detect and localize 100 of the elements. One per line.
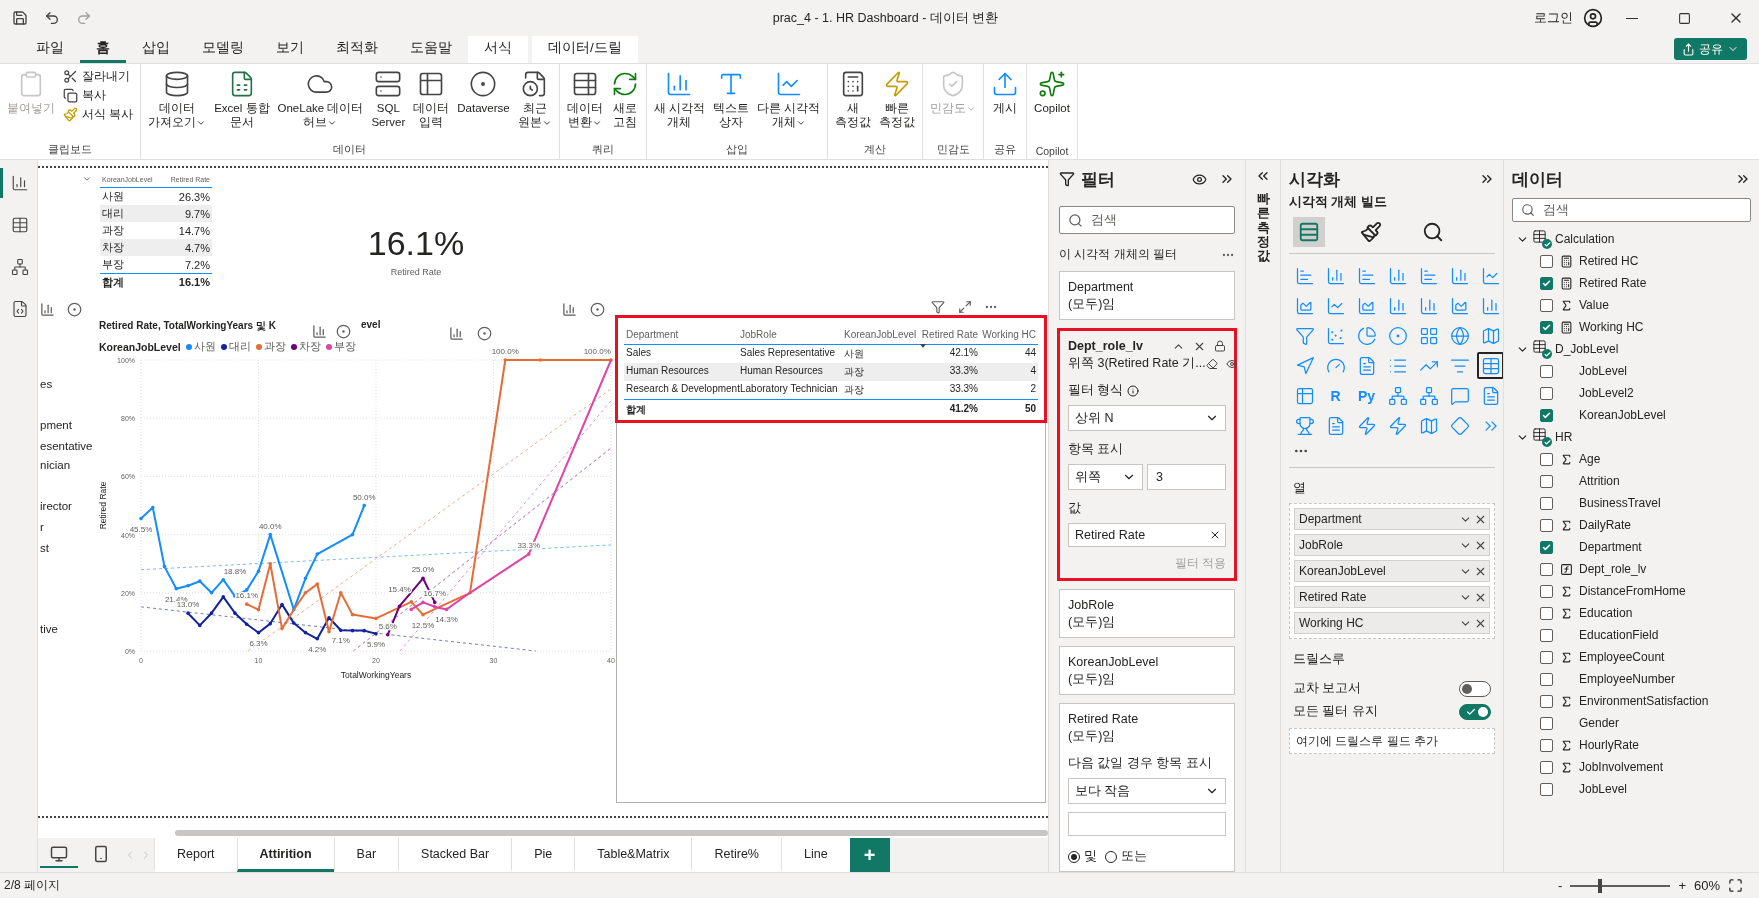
ribbon-button[interactable]: 잘라내기 <box>60 68 137 85</box>
field-item[interactable]: JobLevel <box>1512 782 1628 796</box>
share-button[interactable]: 공유 <box>1674 38 1747 60</box>
column-header[interactable]: Retired Rate <box>916 325 980 345</box>
menu-tab[interactable]: 데이터/드릴 <box>532 36 638 63</box>
field-item[interactable]: Retired HC <box>1512 254 1639 268</box>
field-item[interactable]: DistanceFromHome <box>1512 584 1686 598</box>
field-item[interactable]: Gender <box>1512 716 1620 730</box>
table-node[interactable]: D_JobLevel <box>1512 339 1619 359</box>
field-item[interactable]: JobLevel2 <box>1512 386 1634 400</box>
count-field[interactable]: 3 <box>1147 464 1226 490</box>
filter-card[interactable]: KoreanJobLevel (모두)임 <box>1059 646 1235 695</box>
field-item[interactable]: EmployeeNumber <box>1512 672 1676 686</box>
field-item[interactable]: Education <box>1512 606 1633 620</box>
ribbon-button[interactable]: 텍스트 상자 <box>709 68 752 132</box>
filter-card[interactable]: Retired Rate (모두)임 다음 값일 경우 항목 표시 보다 작음 및 또는 <box>1059 703 1235 872</box>
table-node[interactable]: HR <box>1512 427 1573 447</box>
ribbon-button[interactable]: Dataverse <box>454 68 513 118</box>
ribbon-button[interactable]: 데이터 변환 <box>563 68 606 132</box>
ribbon-button[interactable]: OneLake 데이터 허브 <box>274 68 367 132</box>
menu-tab[interactable]: 파일 <box>20 36 80 63</box>
slicer-item[interactable]: nician <box>40 459 71 471</box>
field-item[interactable]: BusinessTravel <box>1512 496 1661 510</box>
slicer-item[interactable]: irector <box>40 500 72 512</box>
field-item[interactable]: EducationField <box>1512 628 1659 642</box>
page-tab[interactable]: Stacked Bar <box>398 838 512 872</box>
menu-tab[interactable]: 모델링 <box>186 36 260 63</box>
ribbon-button[interactable]: 새 시각적 개체 <box>650 68 708 132</box>
chart-title: Retired Rate, TotalWorkingYears 및 K <box>99 319 276 333</box>
ribbon-button[interactable]: Excel 통합 문서 <box>211 68 273 132</box>
ribbon-button[interactable]: 최근 원본 <box>514 68 555 132</box>
page-tab[interactable]: Report <box>154 838 237 872</box>
value-field[interactable]: Retired Rate <box>1068 523 1226 547</box>
login-link[interactable]: 로그인 <box>1534 9 1573 27</box>
field-item[interactable]: Age <box>1512 452 1601 466</box>
menu-tab[interactable]: 최적화 <box>320 36 394 63</box>
filter-card[interactable]: Department (모두)임 <box>1059 271 1235 320</box>
ribbon-button[interactable]: 빠른 측정값 <box>876 68 919 132</box>
ribbon-button[interactable]: Copilot <box>1031 68 1073 118</box>
field-item[interactable]: Department <box>1512 540 1642 554</box>
column-header[interactable]: Department <box>624 325 738 345</box>
column-header[interactable]: JobRole <box>738 325 842 345</box>
table-node[interactable]: Calculation <box>1512 229 1615 249</box>
slicer-item[interactable]: es <box>40 378 53 390</box>
ribbon-button[interactable]: SQL Server <box>368 68 409 132</box>
field-chip[interactable]: KoreanJobLevel <box>1294 560 1490 582</box>
condition-dropdown[interactable]: 보다 작음 <box>1068 778 1226 804</box>
field-item[interactable]: EmployeeCount <box>1512 650 1665 664</box>
field-chip[interactable]: JobRole <box>1294 534 1490 556</box>
page-tab[interactable]: Table&Matrix <box>574 838 692 872</box>
field-item[interactable]: JobInvolvement <box>1512 760 1664 774</box>
direction-dropdown[interactable]: 위쪽 <box>1068 464 1143 490</box>
ribbon-button[interactable]: 새로 고침 <box>607 68 642 132</box>
slicer-item[interactable]: r <box>40 521 44 533</box>
slicer-item[interactable]: tive <box>40 623 58 635</box>
drop-zone[interactable]: 여기에 드릴스루 필드 추가 <box>1289 728 1495 754</box>
zoom-out-button[interactable]: - <box>1558 878 1563 893</box>
slicer-item[interactable]: pment <box>40 419 72 431</box>
ribbon-button[interactable]: 다른 시각적 개체 <box>753 68 824 132</box>
field-chip[interactable]: Retired Rate <box>1294 586 1490 608</box>
column-header[interactable]: KoreanJobLevel <box>842 325 916 345</box>
page-tab[interactable]: Line <box>780 838 850 872</box>
filter-type-dropdown[interactable]: 상위 N <box>1068 405 1226 431</box>
menu-tab[interactable]: 보기 <box>260 36 320 63</box>
slicer-item[interactable]: esentative <box>40 440 93 452</box>
radio-option[interactable]: 및 <box>1068 848 1097 865</box>
ribbon-button[interactable]: 새 측정값 <box>832 68 875 132</box>
zoom-in-button[interactable]: + <box>1678 878 1686 893</box>
page-tab[interactable]: Bar <box>333 838 399 872</box>
field-item[interactable]: DailyRate <box>1512 518 1632 532</box>
search-field[interactable]: 검색 <box>1059 206 1235 234</box>
field-chip[interactable]: Department <box>1294 508 1490 530</box>
field-item[interactable]: Retired Rate <box>1512 276 1647 290</box>
menu-tab[interactable]: 서식 <box>468 36 528 63</box>
ribbon-button[interactable]: 게시 <box>988 68 1023 118</box>
ribbon-button[interactable]: 데이터 가져오기 <box>145 68 210 132</box>
field-item[interactable]: Working HC <box>1512 320 1644 334</box>
field-item[interactable]: EnvironmentSatisfaction <box>1512 694 1709 708</box>
search-field[interactable]: 검색 <box>1512 198 1751 222</box>
menu-tab[interactable]: 도움말 <box>394 36 468 63</box>
field-item[interactable]: Value <box>1512 298 1609 312</box>
ribbon-button[interactable]: 데이터 입력 <box>410 68 453 132</box>
ribbon-button[interactable]: 서식 복사 <box>60 106 137 123</box>
field-item[interactable]: JobLevel <box>1512 364 1628 378</box>
column-header[interactable]: Working HC <box>980 325 1038 345</box>
filter-card[interactable]: JobRole (모두)임 <box>1059 589 1235 638</box>
menu-tab[interactable]: 삽입 <box>126 36 186 63</box>
field-chip[interactable]: Working HC <box>1294 612 1490 634</box>
radio-option[interactable]: 또는 <box>1105 848 1147 865</box>
field-item[interactable]: Dept_role_lv <box>1512 562 1647 576</box>
field-item[interactable]: Attrition <box>1512 474 1620 488</box>
add-page-button[interactable]: + <box>849 838 890 872</box>
page-tab[interactable]: Retire% <box>691 838 781 872</box>
slicer-item[interactable]: st <box>40 542 49 554</box>
ribbon-button[interactable]: 복사 <box>60 87 137 104</box>
page-tab[interactable]: Pie <box>511 838 575 872</box>
field-item[interactable]: KoreanJobLevel <box>1512 408 1666 422</box>
quick-measure-tab[interactable]: 빠른 측정값 <box>1256 192 1270 264</box>
field-item[interactable]: HourlyRate <box>1512 738 1640 752</box>
page-tab[interactable]: Attirition <box>236 838 334 872</box>
